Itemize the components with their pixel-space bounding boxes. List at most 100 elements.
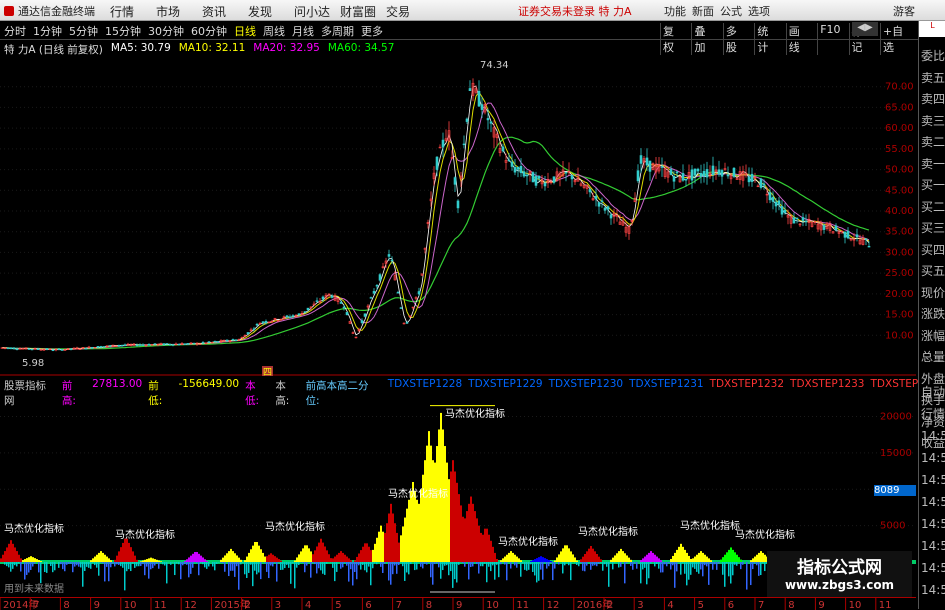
zoom-control[interactable]: ◀▶: [852, 22, 878, 36]
indicator-bar: [390, 504, 392, 562]
indicator-neg-bar: [480, 562, 482, 566]
menu-trade[interactable]: 交易: [386, 3, 432, 20]
menu-function[interactable]: 功能: [664, 3, 692, 19]
indicator-neg-bar: [490, 562, 492, 571]
period-tab-0[interactable]: 分时: [4, 23, 26, 39]
indicator-neg-bar: [574, 562, 576, 563]
candle-body: [406, 323, 408, 324]
candle-body: [670, 169, 672, 174]
indicator-bar: [450, 471, 452, 562]
price-tick-label: 50.00: [885, 165, 914, 176]
period-tab-8[interactable]: 月线: [292, 23, 314, 39]
menu-wealth[interactable]: 财富圈: [340, 3, 386, 20]
indicator-neg-bar: [532, 562, 534, 572]
indicator-neg-bar: [110, 562, 112, 567]
indicator-bar: [280, 561, 282, 562]
period-tab-9[interactable]: 多周期: [321, 23, 354, 39]
period-tab-3[interactable]: 15分钟: [105, 23, 141, 39]
indicator-neg-bar: [492, 562, 494, 565]
indicator-neg-bar: [182, 562, 184, 565]
indicator-bar: [762, 553, 764, 562]
indicator-bar: [548, 560, 550, 562]
indicator-bar: [368, 547, 370, 562]
menu-options[interactable]: 选项: [748, 3, 776, 19]
candle-body: [685, 179, 687, 180]
indicator-neg-bar: [204, 562, 206, 567]
indicator-neg-bar: [362, 562, 364, 565]
indicator-bar: [520, 560, 522, 562]
menu-news[interactable]: 资讯: [202, 3, 248, 20]
menu-ask[interactable]: 问小达: [294, 3, 340, 20]
period-tab-5[interactable]: 60分钟: [191, 23, 227, 39]
indicator-bar: [28, 557, 30, 562]
indicator-bar: [490, 541, 492, 562]
candle-body: [610, 215, 612, 218]
indicator-bar: [724, 555, 726, 562]
period-tab-6[interactable]: 日线: [234, 23, 256, 39]
indicator-neg-bar: [506, 562, 508, 580]
indicator-bar: [614, 555, 616, 562]
indicator-neg-bar: [140, 562, 142, 566]
tool-button-4[interactable]: 画线: [786, 23, 811, 55]
indicator-neg-bar: [688, 562, 690, 580]
menu-quotes[interactable]: 行情: [110, 3, 156, 20]
indicator-neg-bar: [662, 562, 664, 572]
indicator-bar: [410, 491, 412, 562]
indicator-bar: [692, 558, 694, 562]
indicator-bar: [276, 558, 278, 562]
period-tab-7[interactable]: 周线: [263, 23, 285, 39]
tool-button-7[interactable]: +自选: [880, 23, 914, 55]
tool-button-3[interactable]: 统计: [754, 23, 779, 55]
indicator-bar: [34, 558, 36, 562]
tool-button-0[interactable]: 复权: [660, 23, 685, 55]
menu-discover[interactable]: 发现: [248, 3, 294, 20]
period-tabs: 分时 1分钟 5分钟 15分钟 30分钟 60分钟日线周线月线多周期更多: [4, 23, 390, 39]
period-tab-4[interactable]: 30分钟: [148, 23, 184, 39]
period-tab-2[interactable]: 5分钟: [69, 23, 98, 39]
guest-button[interactable]: 游客: [893, 3, 915, 19]
tool-button-5[interactable]: F10: [817, 23, 842, 55]
indicator-neg-bar: [96, 562, 98, 568]
indicator-bar: [594, 551, 596, 562]
indicator-bar: [266, 556, 268, 562]
indicator-neg-bar: [162, 562, 164, 564]
indicator-bar: [318, 543, 320, 562]
indicator-neg-bar: [482, 562, 484, 566]
indicator-neg-bar: [658, 562, 660, 569]
menu-formula[interactable]: 公式: [720, 3, 748, 19]
candle-body: [118, 345, 120, 346]
indicator-neg-bar: [740, 562, 742, 569]
indicator-bar: [424, 460, 426, 562]
candle-body: [16, 349, 18, 350]
period-tab-1[interactable]: 1分钟: [33, 23, 62, 39]
indicator-neg-bar: [138, 562, 140, 566]
indicator-bar: [502, 558, 504, 562]
indicator-bar: [570, 551, 572, 562]
indicator-bar: [258, 546, 260, 562]
candlestick-chart[interactable]: 74.34 5.98 四 70.0065.0060.0055.0050.0045…: [0, 56, 916, 376]
tool-button-1[interactable]: 叠加: [691, 23, 716, 55]
indicator-neg-bar: [296, 562, 298, 568]
indicator-neg-bar: [426, 562, 428, 565]
menu-new-page[interactable]: 新面: [692, 3, 720, 19]
indicator-neg-bar: [200, 562, 202, 563]
indicator-neg-bar: [442, 562, 444, 570]
login-notice[interactable]: 证券交易未登录 特 力A: [518, 3, 632, 19]
indicator-bar: [330, 558, 332, 562]
indicator-bar: [132, 551, 134, 562]
indicator-bar: [186, 559, 188, 562]
indicator-bar: [238, 558, 240, 562]
candle-body: [391, 260, 393, 261]
indicator-neg-bar: [336, 562, 338, 572]
indicator-neg-bar: [372, 562, 374, 568]
indicator-neg-bar: [540, 562, 542, 570]
indicator-neg-bar: [514, 562, 516, 565]
indicator-bar: [492, 547, 494, 562]
menu-market[interactable]: 市场: [156, 3, 202, 20]
tool-button-2[interactable]: 多股: [723, 23, 748, 55]
period-tab-10[interactable]: 更多: [361, 23, 383, 39]
sidebar-item-11: 现价: [919, 282, 945, 304]
indicator-bar: [38, 560, 40, 562]
indicator-neg-bar: [450, 562, 452, 571]
indicator-neg-bar: [256, 562, 258, 574]
